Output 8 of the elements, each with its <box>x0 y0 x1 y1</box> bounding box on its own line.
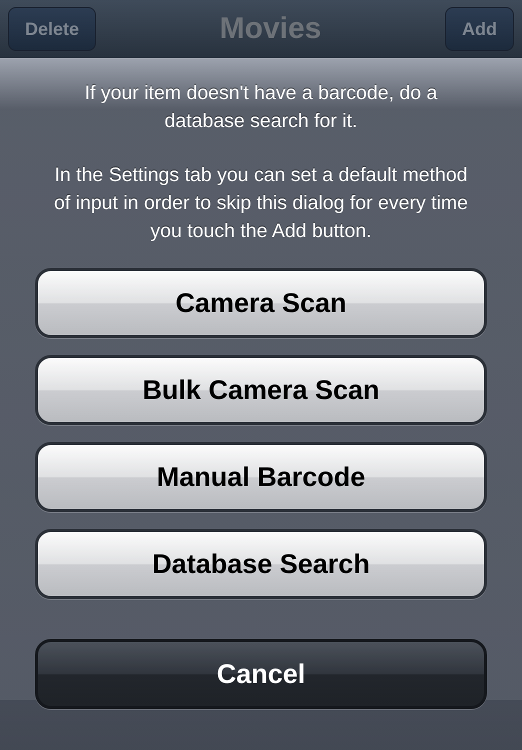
sheet-message: If your item doesn't have a barcode, do a database search for it. <box>84 81 438 134</box>
option-button[interactable]: Camera Scan <box>35 268 487 338</box>
option-button[interactable]: Bulk Camera Scan <box>35 355 487 425</box>
nav-title: Movies <box>220 12 322 46</box>
sheet-message: In the Settings tab you can set a default method of input in order to skip this dialog for every time you touch the Add button. <box>52 163 470 244</box>
option-button[interactable]: Database Search <box>35 529 487 599</box>
option-button[interactable]: Manual Barcode <box>35 442 487 512</box>
cancel-button[interactable]: Cancel <box>35 639 487 709</box>
